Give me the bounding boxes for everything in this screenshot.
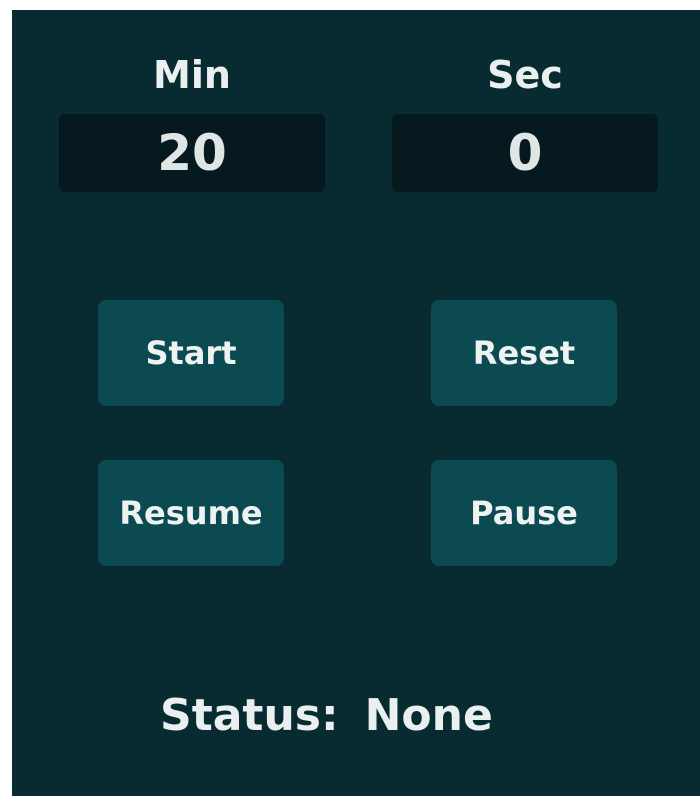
- reset-button[interactable]: Reset: [431, 300, 617, 406]
- sec-label: Sec: [487, 53, 563, 97]
- start-button[interactable]: Start: [98, 300, 284, 406]
- minutes-field[interactable]: 20: [59, 114, 325, 192]
- min-label: Min: [153, 53, 231, 97]
- pause-button[interactable]: Pause: [431, 460, 617, 566]
- seconds-field[interactable]: 0: [392, 114, 658, 192]
- status-value: None: [364, 690, 493, 741]
- status-label: Status:: [160, 690, 339, 741]
- resume-button[interactable]: Resume: [98, 460, 284, 566]
- status-line: Status: None: [160, 690, 493, 741]
- timer-panel: Min Sec 20 0 Start Reset Resume Pause St…: [12, 10, 700, 796]
